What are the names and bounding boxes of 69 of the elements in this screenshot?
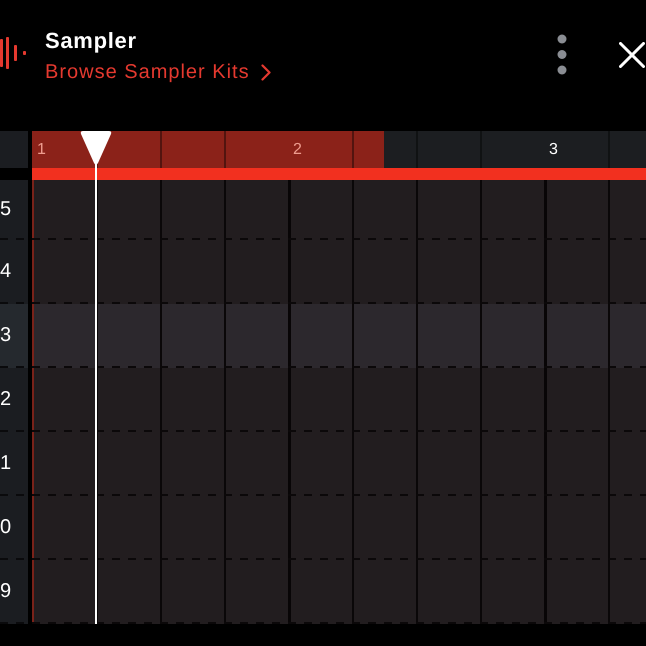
bar-number: 2 bbox=[293, 140, 302, 158]
close-button[interactable] bbox=[619, 42, 645, 68]
step-cell[interactable] bbox=[32, 240, 96, 304]
step-cell[interactable] bbox=[288, 304, 352, 368]
step-cell[interactable] bbox=[32, 560, 96, 624]
step-cell[interactable] bbox=[160, 368, 224, 432]
loop-region[interactable] bbox=[32, 131, 384, 168]
more-options-button[interactable] bbox=[557, 34, 567, 75]
step-cell[interactable] bbox=[480, 180, 544, 240]
step-cell[interactable] bbox=[160, 180, 224, 240]
step-cell[interactable] bbox=[480, 560, 544, 624]
step-cell[interactable] bbox=[416, 304, 480, 368]
browse-kits-link[interactable]: Browse Sampler Kits bbox=[45, 60, 271, 84]
app-title: Sampler bbox=[45, 27, 137, 55]
step-cell[interactable] bbox=[288, 180, 352, 240]
step-cell[interactable] bbox=[480, 368, 544, 432]
step-cell[interactable] bbox=[352, 560, 416, 624]
step-cell[interactable] bbox=[352, 304, 416, 368]
step-cell[interactable] bbox=[224, 368, 288, 432]
step-cell[interactable] bbox=[480, 304, 544, 368]
row-label[interactable]: 1 bbox=[0, 432, 28, 496]
row-label[interactable]: 0 bbox=[0, 496, 28, 560]
ruler-corner bbox=[0, 131, 28, 168]
step-cell[interactable] bbox=[416, 240, 480, 304]
step-cell[interactable] bbox=[544, 368, 608, 432]
step-cell[interactable] bbox=[96, 368, 160, 432]
step-cell[interactable] bbox=[224, 180, 288, 240]
step-cell[interactable] bbox=[32, 368, 96, 432]
step-cell[interactable] bbox=[288, 368, 352, 432]
row-label[interactable]: 9 bbox=[0, 560, 28, 624]
row-label[interactable]: 2 bbox=[0, 368, 28, 432]
bar-number: 3 bbox=[549, 140, 558, 158]
row-label[interactable]: 4 bbox=[0, 240, 28, 304]
playhead-handle[interactable] bbox=[80, 131, 112, 168]
step-cell[interactable] bbox=[416, 368, 480, 432]
step-cell[interactable] bbox=[544, 560, 608, 624]
step-cell[interactable] bbox=[96, 304, 160, 368]
step-cell[interactable] bbox=[288, 240, 352, 304]
step-cell[interactable] bbox=[352, 180, 416, 240]
step-cell[interactable] bbox=[544, 304, 608, 368]
step-cell[interactable] bbox=[32, 432, 96, 496]
step-cell[interactable] bbox=[160, 240, 224, 304]
row-label[interactable]: 3 bbox=[0, 304, 28, 368]
step-cell[interactable] bbox=[32, 180, 96, 240]
step-cell[interactable] bbox=[480, 240, 544, 304]
step-cell[interactable] bbox=[224, 240, 288, 304]
chevron-right-icon bbox=[260, 64, 271, 80]
step-cell[interactable] bbox=[352, 368, 416, 432]
step-cell[interactable] bbox=[160, 304, 224, 368]
step-cell[interactable] bbox=[544, 240, 608, 304]
step-cell[interactable] bbox=[416, 560, 480, 624]
close-icon bbox=[619, 42, 645, 68]
step-cell[interactable] bbox=[32, 496, 96, 560]
step-cell[interactable] bbox=[96, 240, 160, 304]
step-cell[interactable] bbox=[544, 180, 608, 240]
step-cell[interactable] bbox=[352, 240, 416, 304]
bar-number: 1 bbox=[37, 140, 46, 158]
step-cell[interactable] bbox=[416, 180, 480, 240]
more-icon bbox=[557, 34, 567, 75]
step-cell[interactable] bbox=[288, 560, 352, 624]
waveform-icon bbox=[0, 37, 28, 69]
timeline-ruler[interactable]: 1 2 3 bbox=[32, 131, 646, 168]
step-cell[interactable] bbox=[224, 304, 288, 368]
step-cell[interactable] bbox=[224, 560, 288, 624]
step-cell[interactable] bbox=[96, 560, 160, 624]
step-cell[interactable] bbox=[96, 180, 160, 240]
step-cell[interactable] bbox=[160, 560, 224, 624]
row-label[interactable]: 5 bbox=[0, 180, 28, 240]
step-cell[interactable] bbox=[32, 304, 96, 368]
